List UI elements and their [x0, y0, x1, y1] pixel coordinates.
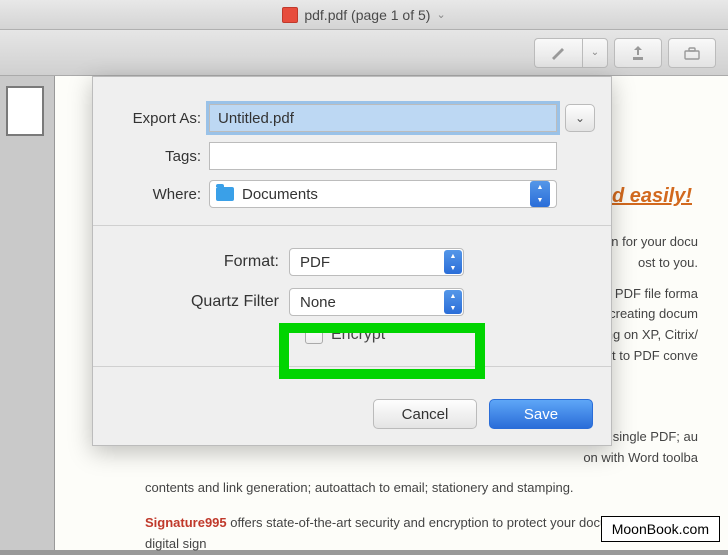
export-dialog: Export As: ⌄ Tags: Where: Documents ▲▼ F…	[92, 76, 612, 446]
title-bar: pdf.pdf (page 1 of 5) ⌄	[0, 0, 728, 30]
watermark: MoonBook.com	[601, 516, 720, 542]
encrypt-checkbox[interactable]	[305, 326, 323, 344]
format-label: Format:	[109, 253, 289, 271]
tags-row: Tags:	[109, 137, 595, 175]
encrypt-row: Encrypt	[305, 326, 595, 344]
chevron-down-icon: ⌄	[591, 47, 599, 58]
export-as-input[interactable]	[209, 104, 557, 132]
chevron-down-icon[interactable]: ⌄	[436, 8, 445, 21]
dialog-buttons: Cancel Save	[373, 399, 593, 429]
tags-input[interactable]	[209, 142, 557, 170]
doc-text: contents and link generation; autoattach…	[145, 478, 698, 499]
export-as-row: Export As: ⌄	[109, 99, 595, 137]
save-button[interactable]: Save	[489, 399, 593, 429]
where-label: Where:	[109, 186, 209, 203]
page-thumbnail[interactable]	[6, 86, 44, 136]
stepper-icon: ▲▼	[444, 250, 462, 274]
toolbox-icon	[683, 46, 701, 60]
quartz-filter-label: Quartz Filter	[109, 293, 289, 311]
window-title: pdf.pdf (page 1 of 5)	[304, 7, 430, 23]
where-select[interactable]: Documents ▲▼	[209, 180, 557, 208]
thumbnails-sidebar	[0, 76, 55, 550]
encrypt-label: Encrypt	[331, 326, 385, 344]
pdf-doc-icon	[282, 7, 298, 23]
signature-label: Signature995	[145, 515, 227, 530]
share-button[interactable]	[614, 38, 662, 68]
pencil-icon	[550, 46, 568, 60]
folder-icon	[216, 187, 234, 201]
tags-label: Tags:	[109, 148, 209, 165]
separator	[93, 366, 611, 367]
toolbar-markup-group: ⌄	[534, 38, 608, 68]
where-value: Documents	[242, 186, 318, 203]
separator	[93, 225, 611, 226]
format-row: Format: PDF ▲▼	[109, 242, 595, 282]
quartz-filter-value: None	[300, 294, 336, 311]
toolbar: ⌄	[0, 30, 728, 76]
export-as-label: Export As:	[109, 110, 209, 127]
annotate-button[interactable]	[534, 38, 582, 68]
share-icon	[630, 45, 646, 61]
format-value: PDF	[300, 254, 330, 271]
expand-button[interactable]: ⌄	[565, 104, 595, 132]
format-select[interactable]: PDF ▲▼	[289, 248, 464, 276]
quartz-filter-select[interactable]: None ▲▼	[289, 288, 464, 316]
where-row: Where: Documents ▲▼	[109, 175, 595, 213]
cancel-button[interactable]: Cancel	[373, 399, 477, 429]
options-section: Format: PDF ▲▼ Quartz Filter None ▲▼ Enc…	[93, 238, 611, 348]
stepper-icon: ▲▼	[444, 290, 462, 314]
annotate-menu-button[interactable]: ⌄	[582, 38, 608, 68]
chevron-down-icon: ⌄	[575, 111, 585, 125]
tools-button[interactable]	[668, 38, 716, 68]
stepper-icon: ▲▼	[530, 181, 550, 207]
quartz-filter-row: Quartz Filter None ▲▼	[109, 282, 595, 322]
